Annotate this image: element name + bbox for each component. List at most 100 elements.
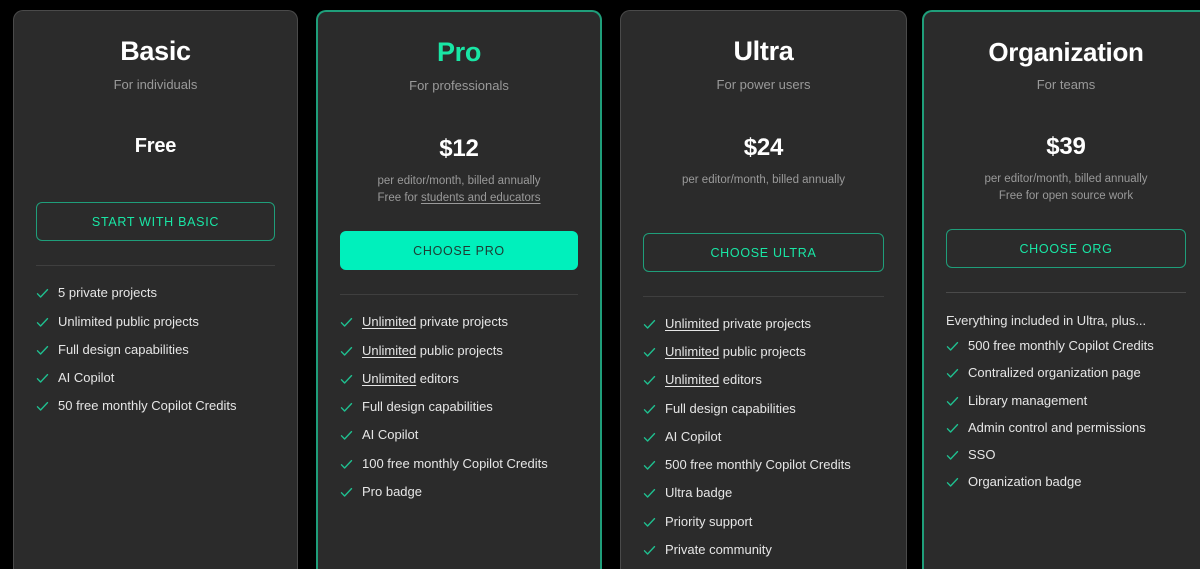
feature-item: Admin control and permissions [946,420,1186,436]
feature-item: AI Copilot [340,427,578,443]
feature-item: Private community [643,542,884,558]
feature-label: 100 free monthly Copilot Credits [362,455,548,471]
students-educators-link[interactable]: students and educators [421,192,541,204]
check-icon [340,316,353,329]
plan-name: Organization [988,37,1144,67]
pricing-card-pro[interactable]: Pro For professionals $12 per editor/mon… [316,10,602,569]
feature-label: Admin control and permissions [968,419,1146,435]
check-icon [643,431,656,444]
check-icon [340,373,353,386]
check-icon [946,422,959,435]
card-divider [36,265,275,267]
plan-name: Basic [120,36,191,66]
check-icon [340,429,353,442]
choose-ultra-button[interactable]: CHOOSE ULTRA [643,232,884,272]
plan-name: Pro [436,37,482,67]
pricing-card-basic[interactable]: Basic For individuals Free START WITH BA… [13,10,298,569]
plan-price: $24 [743,134,784,162]
feature-label: AI Copilot [362,427,419,443]
feature-list-ultra: Unlimited private projects Unlimited publ… [643,316,884,558]
feature-label: Unlimited private projects [665,315,811,331]
feature-item: 500 free monthly Copilot Credits [946,338,1186,354]
check-icon [643,487,656,500]
plan-tagline: For professionals [409,77,509,93]
feature-label: AI Copilot [665,428,722,444]
feature-emphasis: Unlimited [665,372,720,388]
cta-wrap: CHOOSE ULTRA [643,232,884,272]
card-body: Ultra For power users $24 per editor/mon… [621,36,906,569]
price-block: $12 per editor/month, billed annually Fr… [340,135,578,206]
feature-item: Organization badge [946,474,1186,490]
feature-item: Unlimited public projects [36,314,275,330]
feature-item: Full design capabilities [643,401,884,417]
feature-item: Unlimited public projects [643,344,884,360]
cta-wrap: CHOOSE ORG [946,229,1186,269]
plan-price: Free [134,135,177,158]
feature-item: Unlimited editors [340,371,578,387]
check-icon [340,458,353,471]
feature-item: 100 free monthly Copilot Credits [340,456,578,472]
feature-label: Unlimited public projects [665,344,806,359]
plan-tagline: For individuals [113,76,198,92]
feature-item: Unlimited private projects [643,316,884,332]
check-icon [643,459,656,472]
feature-item: Unlimited private projects [340,314,578,330]
check-icon [946,395,959,408]
feature-label: Pro badge [362,483,422,499]
feature-label: Private community [665,541,772,557]
feature-item: AI Copilot [36,370,275,386]
feature-item: Full design capabilities [340,399,578,415]
feature-item: 50 free monthly Copilot Credits [36,398,275,414]
feature-label: 500 free monthly Copilot Credits [968,338,1154,354]
feature-emphasis: Unlimited [362,342,417,358]
check-icon [340,486,353,499]
feature-item: Unlimited editors [643,372,884,388]
start-with-basic-button[interactable]: START WITH BASIC [36,202,275,242]
feature-label: Library management [968,392,1088,408]
price-free-note-prefix: Free for [377,191,421,204]
price-free-note: Free for open source work [998,189,1134,202]
feature-emphasis: Unlimited [665,344,720,359]
feature-list-organization: 500 free monthly Copilot Credits Contrali… [946,338,1186,491]
price-billing-note: per editor/month, billed annually [377,175,541,188]
pricing-card-ultra[interactable]: Ultra For power users $24 per editor/mon… [620,10,907,569]
feature-emphasis: Unlimited [665,315,720,331]
check-icon [946,449,959,462]
check-icon [643,403,656,416]
pricing-card-organization[interactable]: Organization For teams $39 per editor/mo… [922,10,1200,569]
plan-price: $39 [1046,133,1086,161]
pricing-page: Basic For individuals Free START WITH BA… [0,0,1200,569]
feature-item: Ultra badge [643,485,884,501]
feature-label: 5 private projects [58,285,157,301]
feature-item: AI Copilot [643,429,884,445]
cta-wrap: START WITH BASIC [36,202,275,242]
choose-pro-button[interactable]: CHOOSE PRO [340,231,578,271]
feature-label: Ultra badge [665,485,733,501]
check-icon [36,400,49,413]
cta-wrap: CHOOSE PRO [340,231,578,271]
check-icon [946,367,959,380]
card-divider [946,292,1186,294]
price-billing-note: per editor/month, billed annually [984,172,1148,185]
card-divider [340,294,578,296]
choose-org-button[interactable]: CHOOSE ORG [946,229,1186,269]
feature-item: Priority support [643,514,884,530]
pricing-cards-row: Basic For individuals Free START WITH BA… [0,10,1200,569]
plan-tagline: For teams [1036,76,1096,92]
feature-item: Unlimited public projects [340,343,578,359]
plan-tagline: For power users [716,76,811,92]
feature-label: Unlimited editors [362,370,459,386]
check-icon [946,476,959,489]
check-icon [643,374,656,387]
price-free-note: Free for students and educators [340,190,578,207]
feature-list-pro: Unlimited private projects Unlimited publ… [340,314,578,500]
feature-label: Full design capabilities [58,341,189,357]
check-icon [643,346,656,359]
check-icon [340,401,353,414]
check-icon [36,372,49,385]
feature-label: Unlimited public projects [362,342,503,358]
card-body: Organization For teams $39 per editor/mo… [924,38,1200,569]
feature-emphasis: Unlimited [362,370,417,386]
plan-name: Ultra [733,36,794,66]
feature-item: SSO [946,447,1186,463]
